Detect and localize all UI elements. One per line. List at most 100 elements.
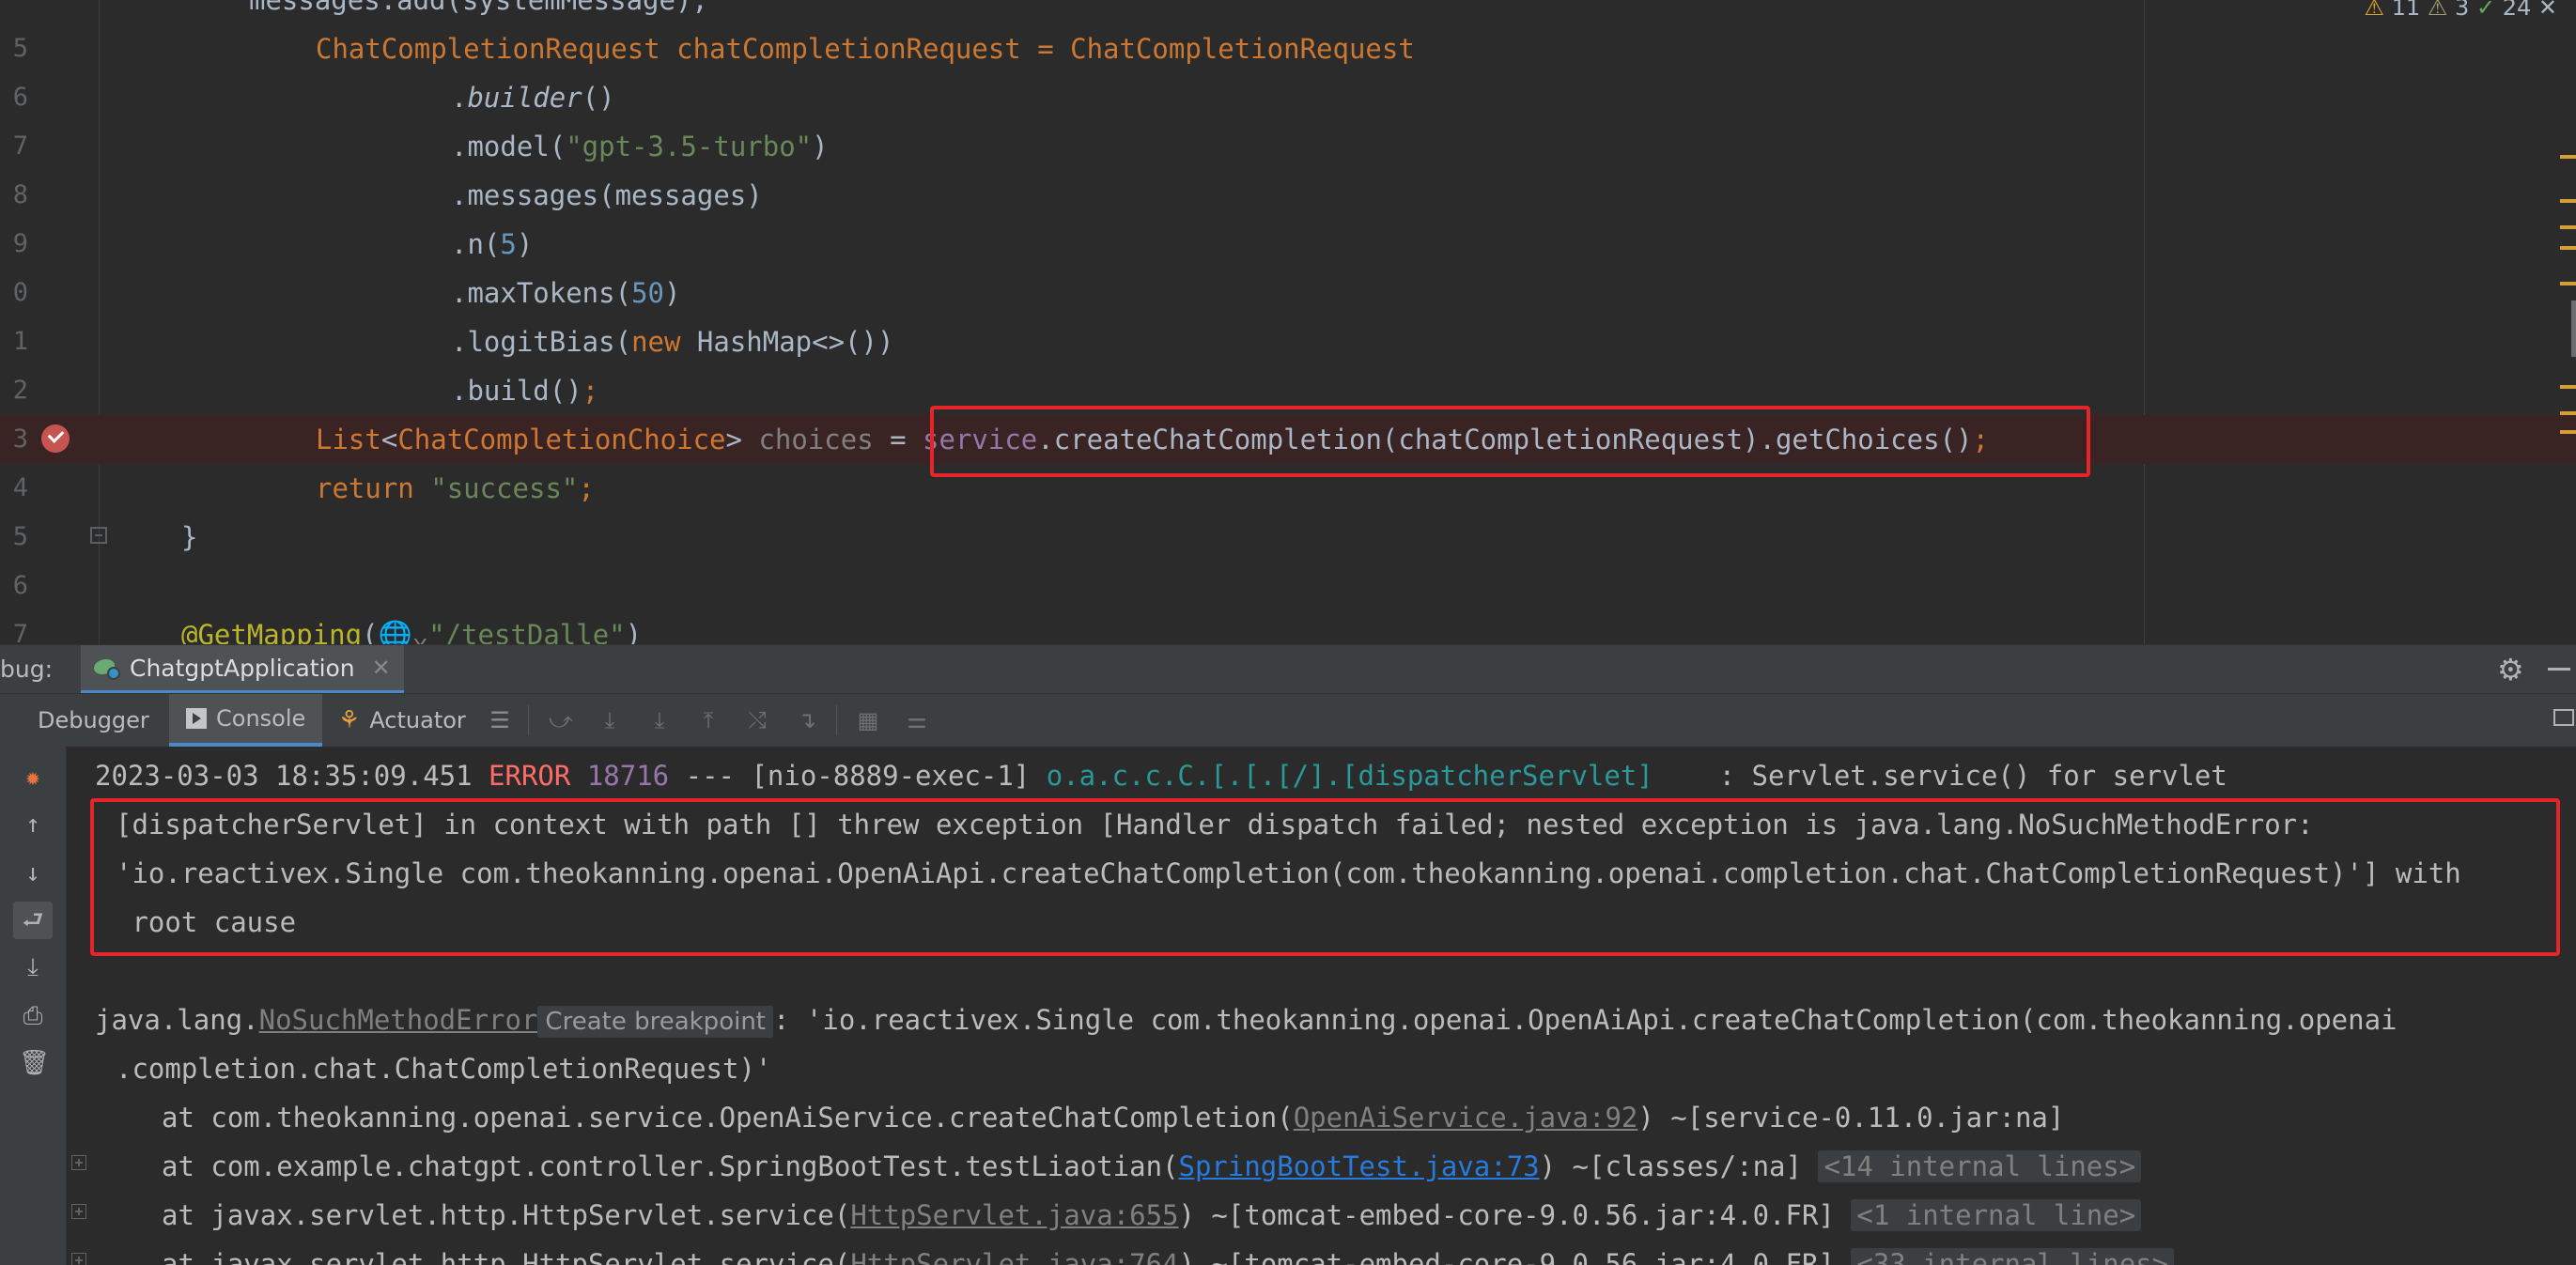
- expand-icon[interactable]: [71, 1155, 86, 1170]
- show-execution-point-icon[interactable]: ⤻: [548, 707, 574, 733]
- exception-line: java.lang.NoSuchMethodError Create breakp…: [95, 995, 2398, 1046]
- frame-text: ) ~[service-0.11.0.jar:na]: [1637, 1102, 2065, 1134]
- tab-debugger[interactable]: Debugger: [38, 694, 149, 747]
- frame-text: at com.example.chatgpt.controller.Spring…: [162, 1150, 1179, 1182]
- layout-icon[interactable]: [2553, 709, 2574, 726]
- stack-frame: at com.theokanning.openai.service.OpenAi…: [162, 1093, 2064, 1142]
- trace-icon[interactable]: ⚌: [904, 707, 930, 733]
- frame-text: ) ~[tomcat-embed-core-9.0.56.jar:4.0.FR]: [1178, 1248, 1835, 1265]
- editor-scrollbar[interactable]: [2571, 301, 2576, 357]
- code-text: .maxTokens(50): [451, 277, 681, 309]
- frame-text: at javax.servlet.http.HttpServlet.servic…: [162, 1199, 851, 1231]
- log-timestamp: 2023-03-03 18:35:09.451: [95, 760, 473, 792]
- drop-frame-icon[interactable]: ⤭: [744, 707, 770, 733]
- code-editor[interactable]: ⚠ 11 ⚠ 3 ✓ 24 ✕ messages.add(systemMessa…: [0, 0, 2576, 644]
- run-to-cursor-icon[interactable]: ↴: [794, 707, 820, 733]
- code-text: .n(5): [451, 228, 534, 260]
- debug-bug-icon[interactable]: ✹: [19, 764, 47, 792]
- threads-icon[interactable]: ☰: [487, 707, 513, 733]
- line-number: 0: [12, 278, 28, 307]
- step-into-icon[interactable]: ⤓: [646, 707, 673, 733]
- code-line: 8 .messages(messages): [0, 171, 2576, 220]
- tab-actuator[interactable]: ⚘ Actuator: [338, 694, 466, 747]
- log-thread: --- [nio-8889-exec-1]: [685, 760, 1031, 792]
- line-number: 6: [12, 83, 28, 112]
- exception-line-cont: .completion.chat.ChatCompletionRequest)': [116, 1053, 772, 1085]
- stack-frame: at javax.servlet.http.HttpServlet.servic…: [162, 1240, 2175, 1265]
- frame-text: at javax.servlet.http.HttpServlet.servic…: [162, 1248, 851, 1265]
- scroll-marker[interactable]: [2560, 199, 2576, 203]
- close-icon[interactable]: ✕: [372, 655, 391, 681]
- minimize-icon[interactable]: [2548, 668, 2570, 671]
- scroll-marker[interactable]: [2560, 282, 2576, 285]
- highlight-box: [90, 798, 2560, 956]
- run-config-label: ChatgptApplication: [130, 654, 355, 682]
- scroll-marker[interactable]: [2560, 246, 2576, 250]
- frame-text: ) ~[tomcat-embed-core-9.0.56.jar:4.0.FR]: [1178, 1199, 1835, 1231]
- source-link[interactable]: SpringBootTest.java:73: [1179, 1150, 1540, 1182]
- code-text: .messages(messages): [451, 179, 763, 211]
- code-text: .logitBias(new HashMap<>()): [451, 326, 894, 358]
- scroll-marker[interactable]: [2560, 411, 2576, 415]
- expand-icon[interactable]: [71, 1253, 86, 1265]
- create-breakpoint-badge[interactable]: Create breakpoint: [537, 1006, 773, 1038]
- arrow-up-icon[interactable]: ↑: [19, 810, 47, 839]
- tab-console[interactable]: Console: [169, 694, 323, 747]
- log-pid: 18716: [586, 760, 670, 792]
- line-number: 8: [12, 180, 28, 209]
- console-output[interactable]: ✹ ↑ ↓ ⮐ ⤓ ⎙ 🗑 2023-03-03 18:35:09.451 ER…: [0, 747, 2576, 1265]
- scroll-marker[interactable]: [2560, 155, 2576, 159]
- log-logger: o.a.c.c.C.[.[.[/].[dispatcherServlet]: [1046, 760, 1653, 792]
- exception-message: : 'io.reactivex.Single com.theokanning.o…: [773, 1004, 2398, 1036]
- folded-lines[interactable]: <33 internal lines>: [1851, 1248, 2175, 1265]
- line-number: 7: [12, 620, 28, 644]
- gear-icon[interactable]: ⚙: [2497, 655, 2524, 685]
- code-text: messages.add(systemMessage);: [249, 0, 708, 16]
- scroll-marker[interactable]: [2560, 225, 2576, 229]
- step-out-icon[interactable]: ⤒: [695, 707, 722, 733]
- step-over-icon[interactable]: ⤓: [597, 707, 623, 733]
- frame-text: at com.theokanning.openai.service.OpenAi…: [162, 1102, 1294, 1134]
- code-text: return "success";: [316, 472, 595, 504]
- line-number: 2: [12, 376, 28, 405]
- log-message: : Servlet.service() for servlet: [1669, 760, 2227, 792]
- code-text: @GetMapping(🌐⌄"/testDalle"): [181, 619, 643, 644]
- source-link[interactable]: HttpServlet.java:764: [850, 1248, 1178, 1265]
- folded-lines[interactable]: <14 internal lines>: [1818, 1150, 2142, 1182]
- frame-text: ) ~[classes/:na]: [1539, 1150, 1802, 1182]
- scroll-to-end-icon[interactable]: ⤓: [19, 953, 47, 981]
- line-number: 4: [12, 473, 28, 502]
- code-line: 9 .n(5): [0, 220, 2576, 269]
- code-line: 7 @GetMapping(🌐⌄"/testDalle"): [0, 610, 2576, 644]
- evaluate-expression-icon[interactable]: ▦: [855, 707, 881, 733]
- fold-icon[interactable]: [90, 527, 107, 544]
- exception-class-link[interactable]: NoSuchMethodError: [259, 1004, 538, 1036]
- code-line: 6: [0, 562, 2576, 610]
- run-config-tab[interactable]: ChatgptApplication ✕: [81, 645, 404, 694]
- folded-lines[interactable]: <1 internal line>: [1851, 1199, 2142, 1231]
- line-number: 6: [12, 571, 28, 600]
- line-number: 7: [12, 131, 28, 161]
- console-scrollbar[interactable]: [2564, 756, 2571, 1254]
- expand-icon[interactable]: [71, 1204, 86, 1219]
- arrow-down-icon[interactable]: ↓: [19, 859, 47, 887]
- print-icon[interactable]: ⎙: [19, 1002, 47, 1030]
- source-link[interactable]: OpenAiService.java:92: [1294, 1102, 1638, 1134]
- trash-icon[interactable]: 🗑: [19, 1049, 50, 1077]
- code-line: 0 .maxTokens(50): [0, 269, 2576, 317]
- code-line: messages.add(systemMessage);: [0, 0, 2576, 24]
- actuator-icon: ⚘: [338, 706, 361, 734]
- code-line: 5 ChatCompletionRequest chatCompletionRe…: [0, 24, 2576, 73]
- line-number: 5: [12, 522, 28, 551]
- scroll-marker[interactable]: [2560, 385, 2576, 389]
- code-line: 7 .model("gpt-3.5-turbo"): [0, 122, 2576, 171]
- spring-boot-icon: [94, 656, 120, 680]
- line-number: 3: [12, 424, 28, 454]
- breakpoint-icon[interactable]: [41, 424, 70, 453]
- soft-wrap-icon[interactable]: ⮐: [19, 906, 47, 934]
- source-link[interactable]: HttpServlet.java:655: [850, 1199, 1178, 1231]
- debug-toolbar: Debugger Console ⚘ Actuator ☰ ⤻ ⤓ ⤓ ⤒ ⤭ …: [0, 693, 2576, 748]
- tab-label: Actuator: [369, 707, 466, 733]
- scroll-marker[interactable]: [2560, 430, 2576, 434]
- console-side-toolbar: ✹ ↑ ↓ ⮐ ⤓ ⎙ 🗑: [0, 747, 67, 1265]
